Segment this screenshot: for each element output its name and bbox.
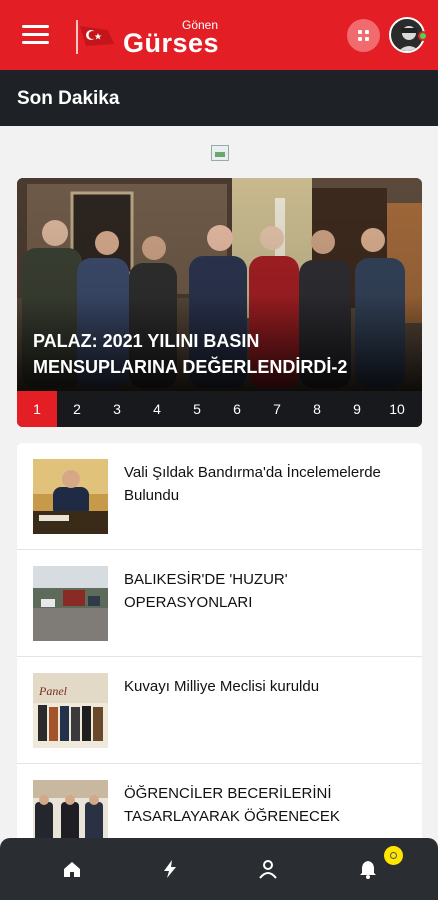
pager-item[interactable]: 4 <box>137 391 177 427</box>
news-title: Kuvayı Milliye Meclisi kuruldu <box>124 678 320 695</box>
pager-item[interactable]: 2 <box>57 391 97 427</box>
app-header: Gönen Gürses <box>0 0 438 70</box>
bell-icon[interactable] <box>357 858 379 880</box>
news-title: BALIKESİR'DE 'HUZUR' OPERASYONLARI <box>124 571 288 611</box>
site-logo[interactable]: Gönen Gürses <box>74 14 234 58</box>
news-thumbnail <box>33 459 108 534</box>
headline-slider[interactable]: PALAZ: 2021 YILINI BASIN MENSUPLARINA DE… <box>17 178 422 427</box>
news-title: ÖĞRENCİLER BECERİLERİNİ TASARLAYARAK ÖĞR… <box>124 785 340 825</box>
svg-text:Panel: Panel <box>38 684 68 698</box>
section-title: Son Dakika <box>17 88 120 109</box>
pager-item[interactable]: 1 <box>17 391 57 427</box>
pager-item[interactable]: 9 <box>337 391 377 427</box>
pager-item[interactable]: 10 <box>377 391 417 427</box>
slider-headline[interactable]: PALAZ: 2021 YILINI BASIN MENSUPLARINA DE… <box>33 328 408 380</box>
list-item[interactable]: Panel Kuvayı Milliye Meclisi kuruldu <box>17 657 422 764</box>
panel-group-photo: Panel <box>33 673 108 748</box>
online-status-dot <box>418 31 428 41</box>
broken-image-icon <box>211 145 229 161</box>
lightning-icon[interactable] <box>159 858 181 880</box>
notification-badge[interactable] <box>384 846 403 865</box>
list-item[interactable]: BALIKESİR'DE 'HUZUR' OPERASYONLARI <box>17 550 422 657</box>
official-desk-photo <box>33 459 108 534</box>
pager-item[interactable]: 6 <box>217 391 257 427</box>
pager-item[interactable]: 7 <box>257 391 297 427</box>
slider-pager: 1 2 3 4 5 6 7 8 9 10 <box>17 391 422 427</box>
home-icon[interactable] <box>61 858 83 880</box>
menu-icon[interactable] <box>22 25 49 45</box>
user-icon[interactable] <box>257 858 279 880</box>
pager-item[interactable]: 8 <box>297 391 337 427</box>
news-list: Vali Şıldak Bandırma'da İncelemelerde Bu… <box>17 443 422 863</box>
section-header: Son Dakika <box>0 70 438 126</box>
news-title: Vali Şıldak Bandırma'da İncelemelerde Bu… <box>124 464 381 504</box>
flag-logo-icon <box>76 20 114 54</box>
news-thumbnail: Panel <box>33 673 108 748</box>
road-vehicles-photo <box>33 566 108 641</box>
news-thumbnail <box>33 566 108 641</box>
logo-big-text: Gürses <box>123 28 220 58</box>
bottom-navigation <box>0 838 438 900</box>
list-item[interactable]: Vali Şıldak Bandırma'da İncelemelerde Bu… <box>17 443 422 550</box>
pager-item[interactable]: 3 <box>97 391 137 427</box>
grid-menu-button[interactable] <box>347 19 380 52</box>
pager-item[interactable]: 5 <box>177 391 217 427</box>
